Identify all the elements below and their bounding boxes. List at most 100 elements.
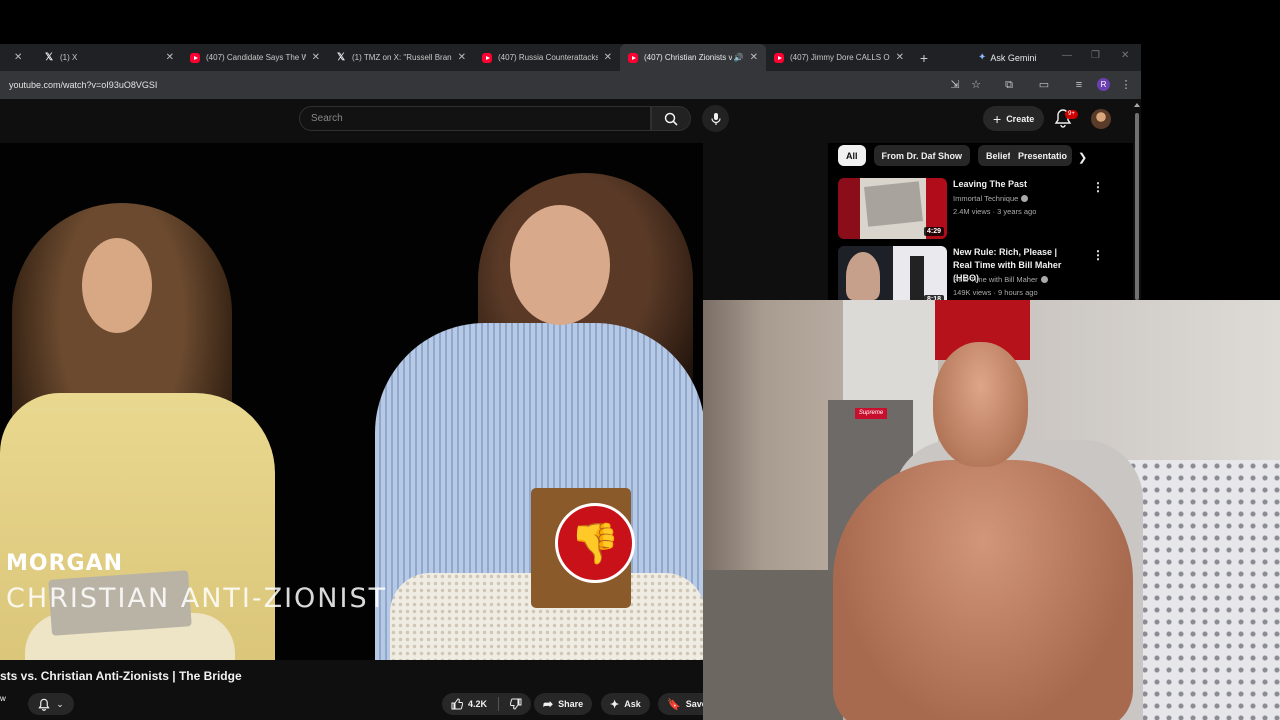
browser-tab-active[interactable]: (407) Christian Zionists v 🔊 ✕ <box>620 44 766 71</box>
tab-title: (407) Russia Counterattacks <box>498 53 598 62</box>
youtube-icon <box>482 52 492 63</box>
close-window-icon[interactable]: ✕ <box>1121 50 1129 61</box>
gemini-spark-icon: ✦ <box>978 52 987 63</box>
video-duration: 4:29 <box>923 227 944 236</box>
tab-title: (1) X <box>60 53 78 62</box>
like-count: 4.2K <box>468 699 488 709</box>
filter-chips: All From Dr. Daf Show Belief <box>838 145 1019 166</box>
like-button[interactable]: 4.2K <box>451 698 487 710</box>
chevron-right-icon[interactable]: ❯ <box>1078 151 1087 164</box>
voice-search-button[interactable] <box>702 105 729 132</box>
extensions-icon[interactable]: ⧉ <box>1003 79 1015 91</box>
youtube-icon <box>774 52 784 63</box>
fridge-sticker: Supreme <box>855 408 887 419</box>
subscription-bell-button[interactable]: ⌄ <box>28 693 74 715</box>
ask-button[interactable]: ✦ Ask <box>601 693 650 715</box>
address-bar[interactable]: youtube.com/watch?v=oI93uO8VGSI ⇲ ☆ ⧉ ▭ … <box>0 71 1141 99</box>
url-text[interactable]: youtube.com/watch?v=oI93uO8VGSI <box>9 80 157 90</box>
youtube-icon <box>628 52 638 63</box>
verified-icon <box>1040 276 1048 283</box>
speaker-icon[interactable]: 🔊 <box>734 53 744 62</box>
ask-gemini-button[interactable]: ✦ Ask Gemini <box>970 47 1044 68</box>
bookmark-icon: 🔖 <box>667 698 681 711</box>
webcam-person-body <box>833 460 1133 720</box>
browser-tab[interactable]: 𝕏 (1) TMZ on X: "Russell Brand ✕ <box>328 44 474 71</box>
tab-title: (407) Candidate Says The W <box>206 53 306 62</box>
browser-tab[interactable]: (407) Candidate Says The W ✕ <box>182 44 328 71</box>
install-app-icon[interactable]: ⇲ <box>949 79 961 91</box>
browser-tab[interactable]: (407) Russia Counterattacks ✕ <box>474 44 620 71</box>
screen: ✕ 𝕏 (1) X ✕ (407) Candidate Says The W ✕… <box>0 0 1280 720</box>
more-actions-icon[interactable]: ⋮ <box>1092 180 1104 194</box>
close-icon[interactable]: ✕ <box>458 52 466 63</box>
verified-icon <box>1021 195 1029 202</box>
side-panel-icon[interactable]: ▭ <box>1038 79 1050 91</box>
new-tab-button[interactable]: + <box>912 50 936 66</box>
sparkle-icon: ✦ <box>610 698 620 711</box>
tab-title: (407) Christian Zionists v <box>644 53 732 62</box>
channel-name-fragment[interactable]: w <box>0 694 6 703</box>
search-icon <box>664 112 678 126</box>
more-actions-icon[interactable]: ⋮ <box>1092 248 1104 262</box>
video-thumbnail[interactable]: 8:18 <box>838 246 947 307</box>
browser-tab[interactable]: (407) Jimmy Dore CALLS OU ✕ <box>766 44 912 71</box>
like-dislike-group: 4.2K <box>442 693 532 715</box>
close-icon[interactable]: ✕ <box>750 52 758 63</box>
thumbnail-artwork <box>864 181 923 227</box>
recommendation-channel: Real Time with Bill Maher <box>953 275 1048 284</box>
save-label: Save <box>685 699 703 709</box>
scroll-up-arrow-icon[interactable] <box>1134 103 1140 107</box>
chip-presentation[interactable]: Presentatio <box>1010 145 1072 166</box>
microphone-icon <box>710 112 721 125</box>
lower-third-name: MORGAN <box>6 551 124 576</box>
x-logo-icon: 𝕏 <box>44 52 54 63</box>
thumbnail-artwork <box>846 252 880 300</box>
video-title: sts vs. Christian Anti-Zionists | The Br… <box>0 669 242 683</box>
close-icon[interactable]: ✕ <box>312 52 320 63</box>
bookmark-star-icon[interactable]: ☆ <box>970 79 982 91</box>
recommendation-title: Leaving The Past <box>953 179 1028 189</box>
close-icon[interactable]: ✕ <box>896 52 904 63</box>
chip-presentation-clip: Presentatio <box>1010 145 1072 166</box>
restore-icon[interactable]: ❐ <box>1091 50 1100 61</box>
bell-icon <box>38 698 50 711</box>
media-queue-icon[interactable]: ≡ <box>1073 79 1085 91</box>
video-thumbnail[interactable]: 4:29 <box>838 178 947 239</box>
account-avatar[interactable] <box>1091 109 1111 129</box>
search-input[interactable]: Search <box>299 106 651 131</box>
share-button[interactable]: ➦ Share <box>534 693 593 715</box>
thumbs-down-icon[interactable] <box>510 698 522 710</box>
recommendation-item[interactable]: 4:29 Leaving The Past Immortal Technique… <box>838 178 1128 242</box>
thumbs-up-icon <box>451 698 463 710</box>
ask-label: Ask <box>624 699 641 709</box>
scrollbar-thumb[interactable] <box>1135 113 1139 300</box>
search-placeholder: Search <box>311 113 343 124</box>
chip-all[interactable]: All <box>838 145 866 166</box>
browser-profile-avatar[interactable]: R <box>1097 78 1110 91</box>
close-icon[interactable]: ✕ <box>604 52 612 63</box>
save-button[interactable]: 🔖 Save <box>658 693 703 715</box>
thumbnail-artwork <box>910 256 924 300</box>
video-frame-person-left-face <box>82 238 152 333</box>
minimize-icon[interactable]: — <box>1062 50 1072 61</box>
browser-tab[interactable]: 𝕏 (1) X ✕ <box>36 44 182 71</box>
create-button[interactable]: + Create <box>983 106 1045 131</box>
share-icon: ➦ <box>543 697 554 711</box>
close-icon[interactable]: ✕ <box>14 52 22 63</box>
browser-tab[interactable]: ✕ <box>0 44 36 71</box>
share-label: Share <box>558 699 584 709</box>
create-label: Create <box>1006 113 1035 124</box>
webcam-person-head <box>933 342 1028 467</box>
chip-from-channel[interactable]: From Dr. Daf Show <box>873 145 971 166</box>
thumbs-down-sticker-icon: 👎 <box>555 503 635 583</box>
search-button[interactable] <box>651 106 691 131</box>
page-scrollbar[interactable] <box>1133 103 1141 300</box>
video-frame-person-right-face <box>510 205 610 325</box>
menu-kebab-icon[interactable]: ⋮ <box>1120 79 1132 91</box>
notification-count-badge: 9+ <box>1065 110 1078 119</box>
close-icon[interactable]: ✕ <box>166 52 174 63</box>
chevron-down-icon: ⌄ <box>56 698 64 709</box>
webcam-overlay: Supreme <box>703 300 1280 720</box>
plus-icon: + <box>993 110 1002 127</box>
browser-tab-strip: ✕ 𝕏 (1) X ✕ (407) Candidate Says The W ✕… <box>0 44 1141 71</box>
